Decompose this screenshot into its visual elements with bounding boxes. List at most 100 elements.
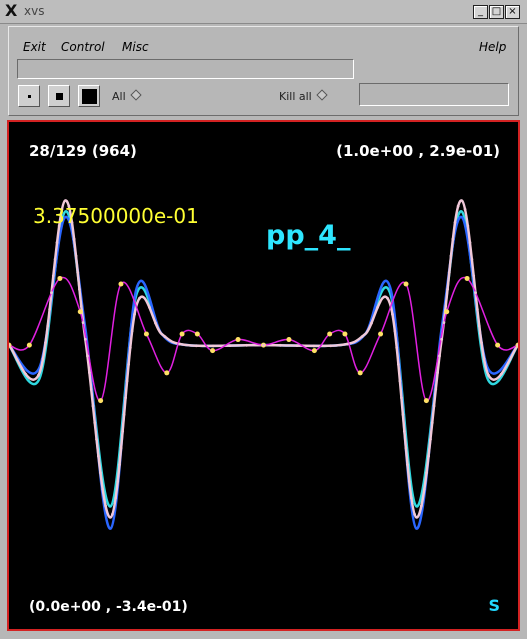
sample-dot (262, 343, 265, 347)
sample-dot (480, 341, 483, 345)
sample-dot (125, 379, 129, 383)
sample-dot (130, 329, 134, 333)
sample-dot (245, 343, 249, 347)
all-option-menu[interactable]: All (112, 89, 142, 103)
max-coordinate-readout: (1.0e+00 , 2.9e-01) (336, 142, 500, 160)
sample-dot (148, 306, 151, 309)
data-point (210, 348, 216, 354)
menu-control[interactable]: Control (61, 40, 105, 54)
all-option-label: All (112, 90, 126, 103)
sample-dot (430, 421, 434, 425)
dot-small-icon (28, 95, 31, 98)
sample-dot (463, 207, 467, 211)
data-point (98, 398, 104, 404)
sample-dot (53, 257, 57, 261)
sample-dot (413, 513, 417, 516)
sample-dot (119, 446, 123, 450)
menu-exit[interactable]: Exit (23, 40, 46, 54)
sample-dot (425, 471, 428, 475)
sample-dot (121, 429, 125, 433)
sample-dot (72, 237, 76, 241)
sample-dot (409, 496, 413, 500)
sample-dot (124, 396, 127, 400)
sample-dot (50, 291, 53, 295)
sample-dot (228, 344, 232, 348)
sample-dot (118, 463, 121, 467)
sample-dot (395, 346, 399, 350)
menu-misc[interactable]: Misc (122, 40, 149, 54)
option-diamond-icon (129, 89, 142, 101)
sample-dot (438, 354, 441, 358)
sample-dot (51, 274, 55, 278)
sample-dot (475, 307, 479, 311)
sample-dot (101, 487, 105, 491)
maximize-button[interactable]: □ (489, 5, 504, 19)
sample-dot (487, 373, 490, 377)
sample-dot (482, 357, 486, 361)
sample-dot (76, 271, 80, 274)
sample-dot (95, 437, 98, 441)
sample-dot (178, 342, 182, 346)
sample-dot (360, 335, 364, 338)
sample-dot (446, 287, 449, 291)
sample-dot (470, 257, 474, 261)
plot-canvas[interactable]: 28/129 (964) (1.0e+00 , 2.9e-01) 3.37500… (7, 120, 520, 631)
data-point (118, 281, 124, 287)
data-point (342, 331, 348, 337)
sample-dot (114, 496, 118, 500)
kill-all-option-menu[interactable]: Kill all (279, 89, 328, 103)
sample-dot (329, 344, 333, 348)
data-point (286, 337, 292, 343)
x-logo-icon: X (5, 1, 18, 20)
sample-dot (442, 321, 446, 325)
sample-dot (432, 404, 436, 408)
variable-name: pp_4_ (266, 220, 351, 251)
series-line-blue (9, 215, 518, 530)
sample-dot (406, 463, 409, 467)
sample-dot (128, 346, 132, 350)
sample-dot (83, 337, 87, 341)
sample-dot (48, 307, 52, 311)
data-point (57, 275, 63, 281)
data-point (26, 342, 32, 348)
data-point (143, 331, 149, 337)
dot-large-icon (82, 89, 97, 104)
close-button[interactable]: × (505, 5, 520, 19)
sample-dot (211, 344, 215, 348)
data-point (357, 370, 363, 376)
data-point (77, 309, 83, 315)
sample-dot (449, 254, 453, 258)
point-size-medium-button[interactable] (48, 85, 70, 107)
point-size-small-button[interactable] (18, 85, 40, 107)
data-point (378, 331, 384, 337)
message-field[interactable] (17, 59, 354, 79)
sample-dot (91, 404, 95, 408)
menu-help[interactable]: Help (479, 40, 506, 54)
sample-dot (46, 324, 50, 328)
data-point (194, 331, 200, 337)
series-line-pink (9, 199, 518, 519)
sample-dot (81, 321, 85, 325)
sample-dot (398, 379, 402, 383)
time-value: 3.37500000e-01 (33, 204, 199, 228)
sample-dot (37, 373, 40, 377)
minimize-button[interactable]: _ (473, 5, 488, 19)
sample-dot (436, 371, 439, 375)
sample-dot (444, 304, 448, 308)
sample-dot (122, 413, 126, 416)
data-point (235, 337, 241, 343)
sample-dot (194, 344, 198, 348)
point-size-large-button[interactable] (78, 85, 100, 107)
sample-dot (422, 487, 426, 491)
sample-dot (345, 342, 349, 346)
sample-dot (278, 343, 282, 347)
sample-dot (401, 413, 405, 416)
status-field[interactable] (359, 83, 509, 106)
sample-dot (427, 454, 430, 458)
sample-dot (391, 312, 394, 316)
sample-dot (55, 241, 59, 244)
sample-dot (163, 335, 167, 338)
sample-dot (78, 287, 81, 291)
sample-dot (370, 321, 373, 325)
data-point (444, 309, 450, 315)
